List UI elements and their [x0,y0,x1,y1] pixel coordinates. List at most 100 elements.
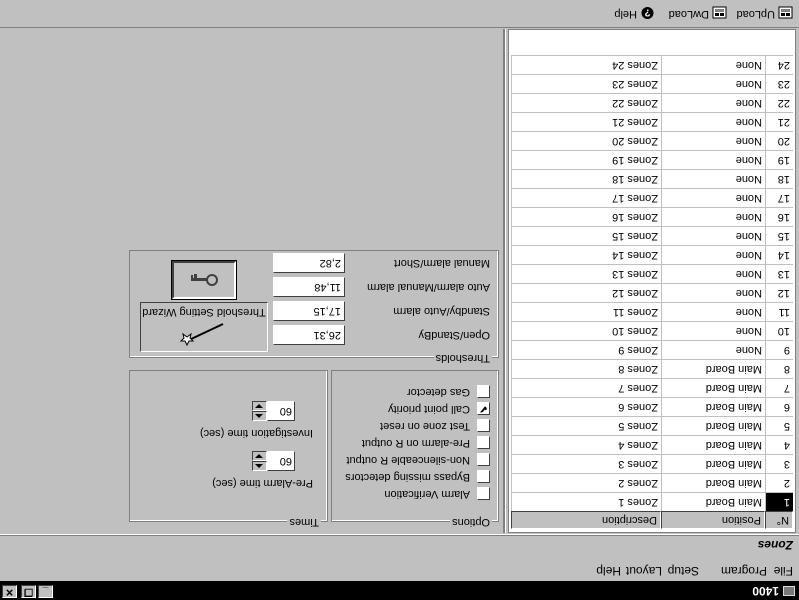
option-checkbox[interactable] [477,385,490,398]
option-checkbox[interactable] [477,470,490,483]
zone-description-cell[interactable]: Zones 2 [511,474,661,492]
zone-position-cell[interactable]: None [661,151,765,169]
zone-description-cell[interactable]: Zones 19 [511,151,661,169]
zone-position-cell[interactable]: Main Board [661,474,765,492]
table-row[interactable]: 12 None Zones 12 [511,283,793,302]
zone-description-cell[interactable]: Zones 22 [511,94,661,112]
table-row[interactable]: 1 Main Board Zones 1 [511,492,793,511]
zone-number-cell[interactable]: 7 [765,379,793,397]
zone-position-cell[interactable]: None [661,113,765,131]
zone-position-cell[interactable]: None [661,341,765,359]
column-header-number[interactable]: N° [765,511,793,529]
table-row[interactable]: 19 None Zones 19 [511,150,793,169]
zone-position-cell[interactable]: None [661,75,765,93]
table-row[interactable]: 24 None Zones 24 [511,55,793,74]
zone-position-cell[interactable]: None [661,227,765,245]
table-row[interactable]: 17 None Zones 17 [511,188,793,207]
prealarm-time-up-button[interactable] [252,461,267,471]
zone-position-cell[interactable]: Main Board [661,379,765,397]
zone-number-cell[interactable]: 17 [765,189,793,207]
zone-number-cell[interactable]: 16 [765,208,793,226]
zone-description-cell[interactable]: Zones 21 [511,113,661,131]
zone-number-cell[interactable]: 9 [765,341,793,359]
zone-description-cell[interactable]: Zones 5 [511,417,661,435]
table-row[interactable]: 7 Main Board Zones 7 [511,378,793,397]
zone-number-cell[interactable]: 24 [765,56,793,74]
zone-description-cell[interactable]: Zones 17 [511,189,661,207]
zone-position-cell[interactable]: None [661,246,765,264]
table-row[interactable]: 6 Main Board Zones 6 [511,397,793,416]
zone-number-cell[interactable]: 1 [765,493,793,511]
zone-number-cell[interactable]: 2 [765,474,793,492]
zone-description-cell[interactable]: Zones 7 [511,379,661,397]
threshold-input[interactable]: 11,48 [273,277,345,297]
zone-description-cell[interactable]: Zones 9 [511,341,661,359]
menu-file[interactable]: File [774,564,793,578]
table-row[interactable]: 11 None Zones 11 [511,302,793,321]
zone-position-cell[interactable]: None [661,56,765,74]
zone-position-cell[interactable]: None [661,132,765,150]
zone-number-cell[interactable]: 5 [765,417,793,435]
column-header-position[interactable]: Position [661,511,765,529]
key-button[interactable] [171,260,237,300]
upload-button[interactable]: UpLoad [731,3,793,21]
zone-number-cell[interactable]: 11 [765,303,793,321]
zone-description-cell[interactable]: Zones 24 [511,56,661,74]
zone-position-cell[interactable]: None [661,94,765,112]
prealarm-time-input[interactable]: 60 [267,451,295,471]
zone-description-cell[interactable]: Zones 13 [511,265,661,283]
close-button[interactable]: ✕ [2,585,17,598]
zone-description-cell[interactable]: Zones 23 [511,75,661,93]
table-row[interactable]: 18 None Zones 18 [511,169,793,188]
zone-number-cell[interactable]: 4 [765,436,793,454]
table-row[interactable]: 4 Main Board Zones 4 [511,435,793,454]
zone-description-cell[interactable]: Zones 4 [511,436,661,454]
investigation-time-up-button[interactable] [252,411,267,421]
prealarm-time-stepper[interactable]: 60 [251,451,295,471]
zone-position-cell[interactable]: Main Board [661,455,765,473]
investigation-time-input[interactable]: 60 [267,401,295,421]
zone-description-cell[interactable]: Zones 8 [511,360,661,378]
prealarm-time-down-button[interactable] [252,451,267,461]
zone-description-cell[interactable]: Zones 12 [511,284,661,302]
zone-position-cell[interactable]: Main Board [661,417,765,435]
zone-position-cell[interactable]: None [661,265,765,283]
menu-help[interactable]: Help [596,564,621,578]
table-row[interactable]: 20 None Zones 20 [511,131,793,150]
zone-position-cell[interactable]: Main Board [661,398,765,416]
zone-description-cell[interactable]: Zones 20 [511,132,661,150]
table-row[interactable]: 13 None Zones 13 [511,264,793,283]
table-row[interactable]: 22 None Zones 22 [511,93,793,112]
zone-description-cell[interactable]: Zones 11 [511,303,661,321]
zone-position-cell[interactable]: None [661,284,765,302]
table-row[interactable]: 15 None Zones 15 [511,226,793,245]
zone-description-cell[interactable]: Zones 3 [511,455,661,473]
zone-number-cell[interactable]: 14 [765,246,793,264]
table-row[interactable]: 2 Main Board Zones 2 [511,473,793,492]
zone-position-cell[interactable]: None [661,322,765,340]
zone-number-cell[interactable]: 6 [765,398,793,416]
zone-description-cell[interactable]: Zones 6 [511,398,661,416]
zone-position-cell[interactable]: None [661,303,765,321]
zone-description-cell[interactable]: Zones 15 [511,227,661,245]
zone-position-cell[interactable]: None [661,170,765,188]
table-row[interactable]: 9 None Zones 9 [511,340,793,359]
zone-description-cell[interactable]: Zones 16 [511,208,661,226]
zone-description-cell[interactable]: Zones 14 [511,246,661,264]
minimize-button[interactable]: _ [38,585,53,598]
zone-number-cell[interactable]: 20 [765,132,793,150]
zone-description-cell[interactable]: Zones 10 [511,322,661,340]
option-checkbox[interactable]: ✔ [477,402,490,415]
zone-number-cell[interactable]: 18 [765,170,793,188]
zones-table[interactable]: N° Position Description 1 Main Board Zones… [508,29,796,533]
zone-number-cell[interactable]: 12 [765,284,793,302]
zone-number-cell[interactable]: 21 [765,113,793,131]
zone-position-cell[interactable]: None [661,208,765,226]
zone-number-cell[interactable]: 23 [765,75,793,93]
zone-position-cell[interactable]: Main Board [661,436,765,454]
option-checkbox[interactable] [477,436,490,449]
help-button[interactable]: ? Help [607,3,655,21]
table-row[interactable]: 8 Main Board Zones 8 [511,359,793,378]
investigation-time-stepper[interactable]: 60 [251,401,295,421]
zone-number-cell[interactable]: 8 [765,360,793,378]
